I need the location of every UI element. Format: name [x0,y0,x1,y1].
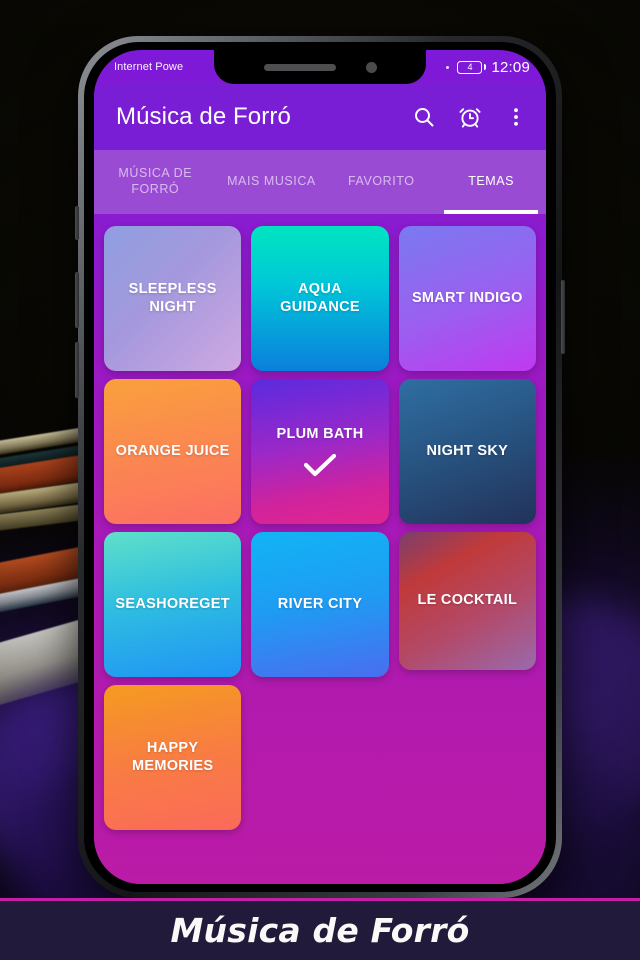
status-clock: 12:09 [491,58,530,76]
battery-cap [483,64,487,70]
phone-mockup: Internet Powe 4 12:09 Música de Forró MÚ… [75,36,565,898]
theme-card[interactable]: AQUA GUIDANCE [251,226,389,371]
theme-card-label: PLUM BATH [276,426,364,443]
theme-card[interactable]: NIGHT SKY [398,379,536,524]
tab-mais-musica[interactable]: MAIS MUSICA [217,150,327,214]
theme-card-label: SLEEPLESS NIGHT [128,280,217,315]
battery-level-label: 4 [457,60,483,74]
battery-icon: 4 [457,60,487,74]
earpiece-speaker [263,63,336,71]
theme-card-label: AQUA GUIDANCE [280,280,360,315]
theme-card-label: HAPPY MEMORIES [131,739,214,774]
theme-card-label: SEASHOREGET [115,595,230,612]
theme-card[interactable]: SLEEPLESS NIGHT [104,226,242,371]
app-bar: Música de Forró [94,84,546,150]
status-dot-icon [446,65,450,69]
phone-notch [214,50,426,84]
phone-volume-down-button [75,342,79,398]
theme-card-label: NIGHT SKY [426,442,509,459]
theme-card-label: SMART INDIGO [411,289,523,306]
phone-bezel: Internet Powe 4 12:09 Música de Forró MÚ… [84,42,556,892]
tab-favorito[interactable]: FAVORITO [326,150,436,214]
overflow-menu-icon[interactable] [504,105,528,129]
alarm-clock-icon[interactable] [458,105,482,129]
theme-card-label: LE COCKTAIL [417,592,518,609]
screenshot-stage: Internet Powe 4 12:09 Música de Forró MÚ… [0,0,640,960]
theme-card[interactable]: PLUM BATH [251,379,389,524]
themes-grid: SLEEPLESS NIGHT AQUA GUIDANCE SMART INDIGO… [104,226,536,830]
status-bar-right: 4 12:09 [446,59,530,76]
tab-bar: MÚSICA DE FORRÓ MAIS MUSICA FAVORITO TEMAS [94,150,546,214]
tab-temas[interactable]: TEMAS [436,150,546,214]
app-title: Música de Forró [116,103,291,130]
banner-title: Música de Forró [170,911,470,950]
tab-label: TEMAS [468,174,514,189]
tab-música-de-forró[interactable]: MÚSICA DE FORRÓ [94,150,217,214]
theme-card[interactable]: RIVER CITY [251,532,389,677]
phone-power-button [561,280,565,354]
theme-card[interactable]: HAPPY MEMORIES [104,685,242,830]
check-icon [303,453,337,477]
tab-label: FAVORITO [348,174,415,189]
app-bar-actions [412,105,528,129]
themes-panel: SLEEPLESS NIGHT AQUA GUIDANCE SMART INDIGO… [94,214,546,884]
theme-card[interactable]: SMART INDIGO [398,226,536,371]
tab-label: MAIS MUSICA [227,174,316,189]
theme-card[interactable]: ORANGE JUICE [104,379,242,524]
theme-card-label: ORANGE JUICE [115,442,230,459]
theme-card[interactable]: SEASHOREGET [104,532,242,677]
phone-mute-switch [75,206,79,240]
front-camera [365,61,377,73]
search-icon[interactable] [412,105,436,129]
phone-volume-up-button [75,272,79,328]
bottom-banner: Música de Forró [0,898,640,960]
phone-screen: Internet Powe 4 12:09 Música de Forró MÚ… [94,50,546,884]
theme-card[interactable]: LE COCKTAIL [398,532,536,670]
theme-card-label: RIVER CITY [277,595,363,612]
tab-label: MÚSICA DE FORRÓ [118,166,193,196]
status-carrier-label: Internet Powe [114,61,184,73]
